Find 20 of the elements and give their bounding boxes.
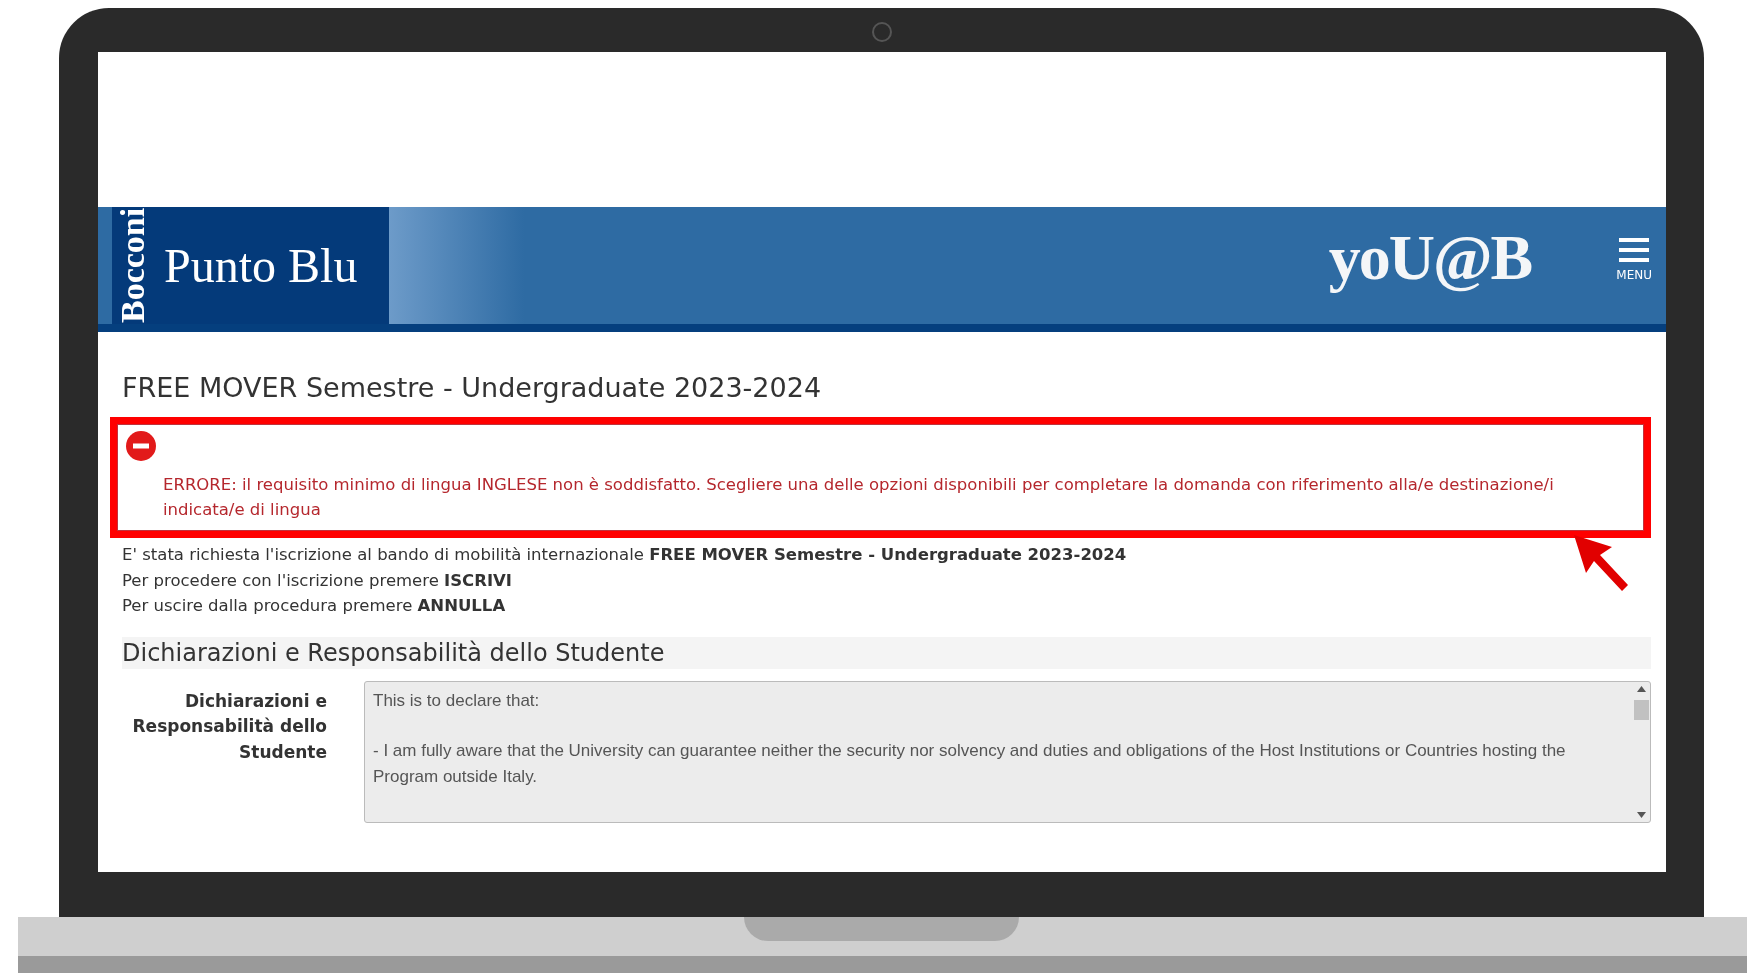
field-label: Dichiarazioni e Responsabilità dello Studente bbox=[131, 689, 327, 764]
brand-vertical-text: Bocconi bbox=[116, 207, 150, 324]
brand-title: Punto Blu bbox=[164, 238, 358, 293]
info-line: Per procedere con l'iscrizione premere ISCRIVI bbox=[122, 569, 513, 592]
error-message: ERRORE: il requisito minimo di lingua INGLESE non è soddisfatto. Scegliere una delle opzioni disponibili per completare la domanda con riferimento alla/e destinazione/i indicata/e di lingua bbox=[163, 474, 1555, 521]
info-line: Per uscire dalla procedura premere ANNULLA bbox=[122, 595, 507, 617]
menu-button[interactable]: MENU bbox=[1616, 237, 1652, 282]
declaration-paragraph: - I am fully aware that the University can guarantee neither the security nor solvency and duties and obligations of the Host Institutions or Countries hosting the Program outside Italy. bbox=[373, 740, 1567, 788]
menu-icon bbox=[1619, 237, 1650, 262]
logo-text: yoU@B bbox=[1328, 220, 1532, 295]
scrollbar-thumb[interactable] bbox=[1633, 699, 1649, 720]
declaration-paragraph: This is to declare that: bbox=[373, 689, 541, 712]
page-title: FREE MOVER Semestre - Undergraduate 2023-2024 bbox=[122, 372, 823, 403]
section-title: Dichiarazioni e Responsabilità dello Studente bbox=[122, 636, 1651, 669]
error-icon bbox=[126, 431, 156, 461]
camera-icon bbox=[871, 22, 892, 42]
scroll-down-icon[interactable] bbox=[1636, 811, 1646, 818]
declaration-textarea[interactable] bbox=[364, 680, 1651, 823]
scroll-up-icon[interactable] bbox=[1636, 685, 1646, 692]
info-line: E' stata richiesta l'iscrizione al bando di mobilità internazionale FREE MOVER Semestre - Undergraduate 2023-2024 bbox=[122, 544, 1128, 566]
